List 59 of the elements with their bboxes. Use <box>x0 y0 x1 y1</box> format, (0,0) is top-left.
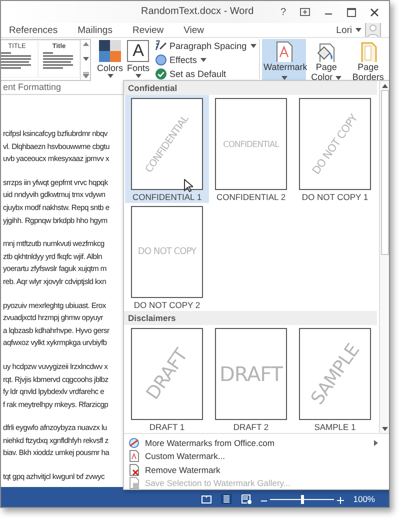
web-layout-icon[interactable] <box>241 494 252 504</box>
spacing-icon <box>154 40 167 52</box>
group-label: ent Formatting <box>2 81 62 94</box>
paint-bucket-icon <box>316 41 336 62</box>
colors-button[interactable]: Colors <box>95 39 126 79</box>
section-header: Disclaimers <box>124 311 377 325</box>
font-icon: A <box>127 40 150 62</box>
zoom-in-icon[interactable] <box>337 497 344 504</box>
effects-button[interactable]: Effects <box>154 53 257 66</box>
ribbon-tab[interactable]: References <box>8 24 59 36</box>
text-lines-icon <box>42 50 76 70</box>
delete-page-icon <box>128 464 140 476</box>
read-mode-icon[interactable] <box>201 495 212 504</box>
fonts-button[interactable]: A Fonts <box>125 39 152 79</box>
scroll-up-icon[interactable] <box>82 42 88 46</box>
help-button[interactable]: ? <box>280 6 286 18</box>
section-header: Confidential <box>124 81 377 95</box>
page-color-button[interactable]: Page Color <box>306 39 348 80</box>
menu-item[interactable]: Remove Watermark <box>124 463 389 476</box>
watermark-text: DO NOT COPY <box>138 247 196 257</box>
scroll-down-icon[interactable] <box>382 427 388 431</box>
page-borders-button[interactable]: Page Borders <box>347 39 389 80</box>
paragraph-spacing-button[interactable]: Paragraph Spacing <box>154 39 257 52</box>
maximize-icon[interactable] <box>347 8 356 16</box>
ribbon-tab[interactable]: Mailings <box>76 24 114 36</box>
ribbon-display-icon[interactable] <box>300 8 310 16</box>
caret-icon <box>134 74 142 78</box>
text-lines-icon <box>1 50 34 70</box>
effects-icon <box>154 54 167 66</box>
print-layout-icon[interactable] <box>221 494 232 504</box>
cursor-icon <box>184 179 193 192</box>
scroll-down-icon[interactable] <box>82 57 88 61</box>
caret-icon <box>106 74 114 78</box>
close-icon[interactable] <box>370 8 379 16</box>
menu-item[interactable]: Custom Watermark... <box>124 450 389 463</box>
window-title: RandomText.docx - Word <box>141 6 254 17</box>
caret-icon <box>355 28 362 32</box>
watermark-option[interactable]: DO NOT COPY DO NOT COPY 2 <box>125 203 209 311</box>
more-styles-icon[interactable] <box>82 72 88 78</box>
menu-item[interactable]: More Watermarks from Office.com <box>124 436 389 450</box>
zoom-out-icon[interactable] <box>261 498 268 504</box>
theme-colors-icon <box>99 40 121 62</box>
watermark-text: DRAFT <box>219 362 283 386</box>
scroll-up-icon[interactable] <box>382 84 388 88</box>
ribbon-tab[interactable]: View <box>182 24 206 36</box>
watermark-button[interactable]: Watermark <box>262 39 306 80</box>
user-menu[interactable]: Lori <box>336 24 352 36</box>
watermark-option[interactable]: DRAFT DRAFT 2 <box>209 325 293 433</box>
page-icon <box>128 450 140 462</box>
scrollbar[interactable] <box>379 81 389 433</box>
watermark-text: CONFIDENTIAL <box>223 139 279 149</box>
slider-thumb[interactable] <box>301 495 304 504</box>
zoom-level[interactable]: 100% <box>353 494 375 504</box>
set-default-button[interactable]: Set as Default <box>154 67 257 80</box>
watermark-option[interactable]: CONFIDENTIAL CONFIDENTIAL 2 <box>209 95 293 203</box>
ribbon-tab[interactable]: Review <box>131 24 165 36</box>
scroll-thumb[interactable] <box>381 90 389 255</box>
menu-item: Save Selection to Watermark Gallery... <box>124 476 389 490</box>
page-icon <box>274 41 294 62</box>
